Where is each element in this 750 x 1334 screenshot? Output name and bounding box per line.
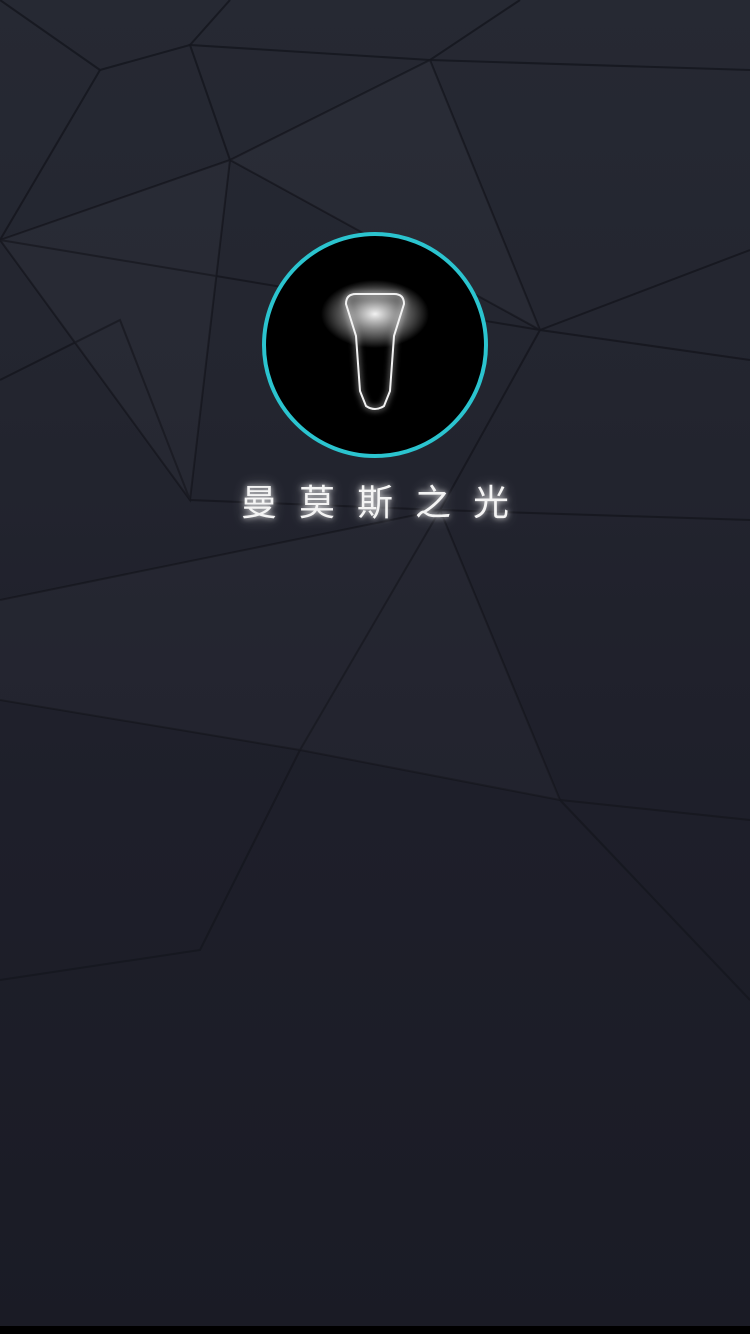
splash-screen: 曼莫斯之光 bbox=[0, 0, 750, 1334]
app-logo bbox=[262, 232, 488, 458]
light-bulb-icon bbox=[321, 280, 429, 412]
bottom-edge bbox=[0, 1326, 750, 1334]
app-title: 曼莫斯之光 bbox=[240, 483, 531, 524]
polygon-background bbox=[0, 0, 750, 1001]
